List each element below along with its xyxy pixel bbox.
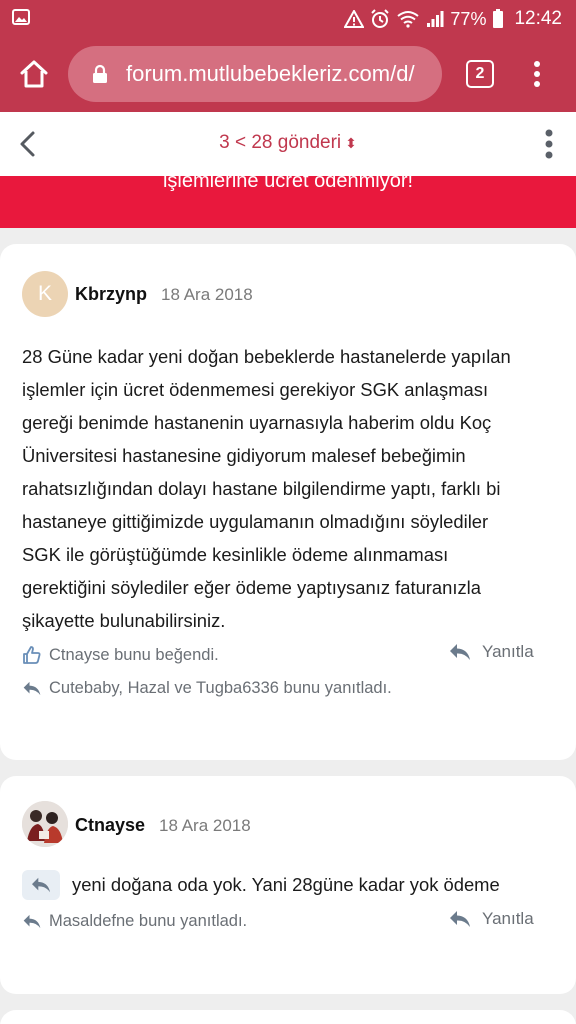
thread-options-icon[interactable] (539, 128, 559, 160)
alert-icon (344, 10, 365, 28)
pager-label: 3 < 28 gönderi (219, 132, 342, 153)
notice-banner: işlemlerine ücret ödenmiyor! (0, 176, 576, 228)
status-bar: 77% 12:42 (0, 0, 576, 38)
post-body-line: Üniversitesi hastanesine gidiyorum males… (22, 445, 466, 466)
reply-label: Yanıtla (482, 909, 534, 928)
url-text: forum.mutlubebekleriz.com/d/ (126, 61, 415, 86)
reply-button[interactable]: Yanıtla (448, 642, 534, 662)
post-card (0, 1010, 576, 1024)
replies-text: Cutebaby, Hazal ve Tugba6336 bunu yanıtl… (49, 679, 392, 697)
avatar[interactable]: K (22, 271, 68, 317)
reply-icon (450, 644, 470, 660)
post-date[interactable]: 18 Ara 2018 (161, 285, 253, 305)
post-body-line: rahatsızlığından dolayı hastane bilgilen… (22, 478, 501, 499)
reply-icon (450, 911, 470, 927)
replies-text: Masaldefne bunu yanıtladı. (49, 912, 248, 930)
wifi-icon (397, 11, 420, 28)
reply-icon (23, 681, 41, 696)
likes-summary[interactable]: Ctnayse bunu beğendi. (22, 645, 219, 665)
post-body-line: şikayette bulunabilirsiniz. (22, 610, 226, 631)
reply-button[interactable]: Yanıtla (448, 909, 534, 929)
thread-nav-bar: 3 < 28 gönderi ⬍ (0, 112, 576, 176)
post-body-line: gereği benimde hastanenin uyarnasıyla ha… (22, 412, 492, 433)
reply-label: Yanıtla (482, 642, 534, 661)
post-body-line: 28 Güne kadar yeni doğan bebeklerde hast… (22, 346, 511, 367)
avatar[interactable] (22, 801, 68, 847)
battery-percent: 77% (450, 8, 487, 29)
post-author[interactable]: Ctnayse (75, 815, 145, 836)
avatar-photo-icon (22, 801, 68, 847)
sort-caret-icon: ⬍ (345, 135, 357, 151)
thumbs-up-icon (23, 646, 41, 664)
post-card: Ctnayse 18 Ara 2018 yeni doğana oda yok.… (0, 776, 576, 994)
browser-toolbar: forum.mutlubebekleriz.com/d/ 2 (0, 38, 576, 112)
signal-icon (427, 11, 444, 27)
lock-icon (93, 64, 107, 83)
post-body: 28 Güne kadar yeni doğan bebeklerde hast… (22, 340, 562, 637)
replies-summary[interactable]: Cutebaby, Hazal ve Tugba6336 bunu yanıtl… (22, 679, 392, 698)
alarm-icon (371, 9, 390, 28)
post-author[interactable]: Kbrzynp (75, 284, 147, 305)
post-card: K Kbrzynp 18 Ara 2018 28 Güne kadar yeni… (0, 244, 576, 760)
replies-summary[interactable]: Masaldefne bunu yanıtladı. (22, 912, 247, 931)
battery-icon (493, 9, 504, 28)
post-body-line: gerektiğini söylediler eğer ödeme yaptıy… (22, 577, 481, 598)
gallery-notification-icon (12, 9, 30, 25)
reply-icon (32, 877, 50, 893)
clock: 12:42 (514, 8, 562, 29)
tab-switcher-button[interactable]: 2 (466, 60, 494, 88)
address-bar[interactable]: forum.mutlubebekleriz.com/d/ (68, 46, 442, 102)
post-body-line: SGK ile görüştüğümde kesinlikle ödeme al… (22, 544, 449, 565)
post-pager[interactable]: 3 < 28 gönderi ⬍ (0, 132, 576, 154)
reply-icon (23, 914, 41, 929)
post-body-line: işlemler için ücret ödenmemesi gerekiyor… (22, 379, 489, 400)
home-icon[interactable] (18, 58, 50, 90)
post-body-line: hastaneye gittiğimizde uygulamanın olmad… (22, 511, 489, 532)
likes-text: Ctnayse bunu beğendi. (49, 645, 219, 664)
banner-text: işlemlerine ücret ödenmiyor! (162, 176, 414, 192)
post-body: yeni doğana oda yok. Yani 28güne kadar y… (72, 874, 500, 895)
quote-reference[interactable] (22, 870, 60, 900)
browser-menu-icon[interactable] (526, 58, 548, 90)
post-date[interactable]: 18 Ara 2018 (159, 816, 251, 836)
